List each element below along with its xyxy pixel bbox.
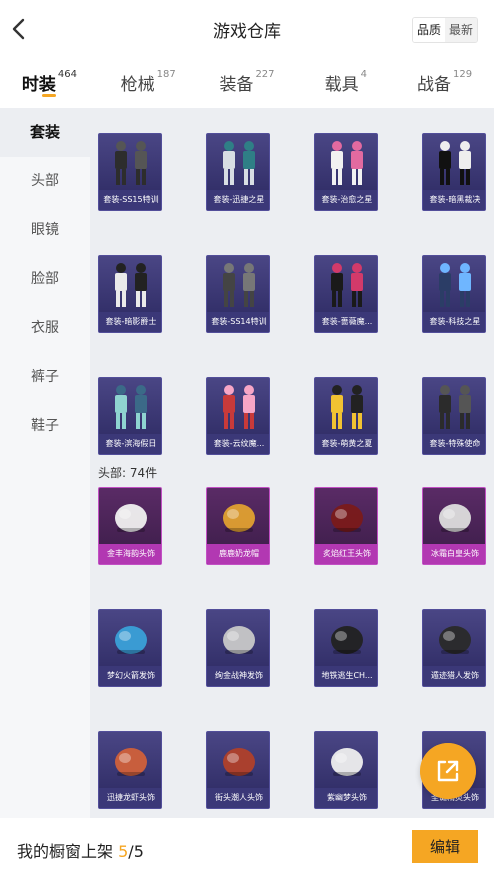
- item-thumbnail: [115, 141, 147, 185]
- head-item-card[interactable]: 梦幻火箭发饰: [98, 609, 162, 687]
- head-item-card[interactable]: 地铁逃生CH...: [314, 609, 378, 687]
- head-item-card[interactable]: 金丰海韵头饰: [98, 487, 162, 565]
- suit-item-card[interactable]: 套装-滨海假日: [98, 377, 162, 455]
- item-caption: 地铁逃生CH...: [315, 666, 377, 686]
- item-caption: 迅捷龙虾头饰: [99, 788, 161, 808]
- sort-quality-button[interactable]: 品质: [412, 18, 445, 42]
- item-caption: 紫幽梦头饰: [315, 788, 377, 808]
- item-caption: 套装-萌黄之夏: [315, 434, 377, 454]
- suit-item-card[interactable]: 套装-SS15特训: [98, 133, 162, 211]
- showcase-shelved-count: 5: [118, 842, 129, 861]
- item-caption: 炙焰红王头饰: [315, 544, 377, 564]
- item-caption: 套装-治愈之星: [315, 190, 377, 210]
- item-thumbnail: [223, 626, 255, 654]
- sidebar-item-head[interactable]: 头部: [0, 157, 90, 206]
- item-thumbnail: [439, 141, 471, 185]
- item-caption: 套装-蔷薇魔...: [315, 312, 377, 332]
- tab-guns[interactable]: 枪械187: [99, 58, 198, 108]
- head-item-card[interactable]: 紫幽梦头饰: [314, 731, 378, 809]
- item-thumbnail: [115, 748, 147, 776]
- item-caption: 套装-滨海假日: [99, 434, 161, 454]
- item-caption: 套装-云纹魔...: [207, 434, 269, 454]
- suit-item-card[interactable]: 套装-云纹魔...: [206, 377, 270, 455]
- item-caption: 鹿鹿奶龙帽: [207, 544, 269, 564]
- item-thumbnail: [331, 385, 363, 429]
- edit-button[interactable]: 编辑: [412, 830, 478, 863]
- item-thumbnail: [223, 504, 255, 532]
- sidebar-item-pants[interactable]: 裤子: [0, 353, 90, 402]
- item-caption: 套装-迅捷之星: [207, 190, 269, 210]
- item-thumbnail: [115, 263, 147, 307]
- sort-newest-button[interactable]: 最新: [444, 18, 477, 42]
- category-tabs: 时装464 枪械187 装备227 载具4 战备129: [0, 58, 494, 108]
- suit-item-card[interactable]: 套装-迅捷之星: [206, 133, 270, 211]
- sort-toggle: 品质 最新: [411, 17, 478, 43]
- showcase-capacity: 5: [133, 842, 144, 861]
- subcategory-sidebar: 套装 头部 眼镜 脸部 衣服 裤子 鞋子: [0, 108, 90, 818]
- item-thumbnail: [115, 626, 147, 654]
- tab-supplies[interactable]: 战备129: [395, 58, 494, 108]
- sidebar-item-glasses[interactable]: 眼镜: [0, 206, 90, 255]
- item-thumbnail: [115, 385, 147, 429]
- suit-item-card[interactable]: 套装-暗影爵士: [98, 255, 162, 333]
- head-item-card[interactable]: 鹿鹿奶龙帽: [206, 487, 270, 565]
- item-caption: 冰霜白皇头饰: [423, 544, 485, 564]
- sidebar-item-suits[interactable]: 套装: [0, 108, 90, 157]
- item-thumbnail: [331, 748, 363, 776]
- item-caption: 套装-暗影爵士: [99, 312, 161, 332]
- sidebar-item-face[interactable]: 脸部: [0, 255, 90, 304]
- item-thumbnail: [439, 385, 471, 429]
- item-thumbnail: [223, 385, 255, 429]
- suit-item-card[interactable]: 套装-萌黄之夏: [314, 377, 378, 455]
- item-thumbnail: [331, 141, 363, 185]
- suit-item-card[interactable]: 套装-SS14特训: [206, 255, 270, 333]
- tab-fashion[interactable]: 时装464: [0, 58, 99, 108]
- suit-item-card[interactable]: 套装-科技之星: [422, 255, 486, 333]
- item-caption: 绚金战神发饰: [207, 666, 269, 686]
- item-caption: 梦幻火箭发饰: [99, 666, 161, 686]
- item-thumbnail: [331, 263, 363, 307]
- suit-item-card[interactable]: 套装-蔷薇魔...: [314, 255, 378, 333]
- showcase-label: 我的橱窗上架: [17, 842, 114, 861]
- item-caption: 套装-科技之星: [423, 312, 485, 332]
- head-item-card[interactable]: 遁迹猎人发饰: [422, 609, 486, 687]
- suit-item-card[interactable]: 套装-暗黑裁决: [422, 133, 486, 211]
- item-caption: 遁迹猎人发饰: [423, 666, 485, 686]
- item-thumbnail: [331, 504, 363, 532]
- suit-item-card[interactable]: 套装-特殊使命: [422, 377, 486, 455]
- tab-vehicles[interactable]: 载具4: [296, 58, 395, 108]
- item-caption: 套装-特殊使命: [423, 434, 485, 454]
- showcase-status: 我的橱窗上架 5/5: [17, 838, 144, 862]
- item-thumbnail: [223, 263, 255, 307]
- item-thumbnail: [439, 263, 471, 307]
- item-grid-area[interactable]: 套装-SS15特训 套装-迅捷之星 套装-治愈之星 套装-暗黑裁决 套装-暗影爵…: [90, 108, 494, 818]
- head-section-label: 头部: 74件: [98, 466, 158, 480]
- suit-item-card[interactable]: 套装-治愈之星: [314, 133, 378, 211]
- item-caption: 套装-SS15特训: [99, 190, 161, 210]
- head-item-card[interactable]: 街头潮人头饰: [206, 731, 270, 809]
- item-thumbnail: [439, 504, 471, 532]
- sidebar-item-clothes[interactable]: 衣服: [0, 304, 90, 353]
- item-thumbnail: [223, 141, 255, 185]
- item-thumbnail: [331, 626, 363, 654]
- item-caption: 金丰海韵头饰: [99, 544, 161, 564]
- head-item-card[interactable]: 绚金战神发饰: [206, 609, 270, 687]
- item-thumbnail: [439, 626, 471, 654]
- sidebar-item-shoes[interactable]: 鞋子: [0, 402, 90, 451]
- head-item-card[interactable]: 冰霜白皇头饰: [422, 487, 486, 565]
- item-thumbnail: [223, 748, 255, 776]
- tab-equipment[interactable]: 装备227: [198, 58, 297, 108]
- top-bar: 游戏仓库 品质 最新: [0, 0, 494, 58]
- share-button[interactable]: [420, 743, 476, 799]
- item-caption: 街头潮人头饰: [207, 788, 269, 808]
- item-caption: 套装-SS14特训: [207, 312, 269, 332]
- head-item-card[interactable]: 炙焰红王头饰: [314, 487, 378, 565]
- item-caption: 套装-暗黑裁决: [423, 190, 485, 210]
- head-item-card[interactable]: 迅捷龙虾头饰: [98, 731, 162, 809]
- item-thumbnail: [115, 504, 147, 532]
